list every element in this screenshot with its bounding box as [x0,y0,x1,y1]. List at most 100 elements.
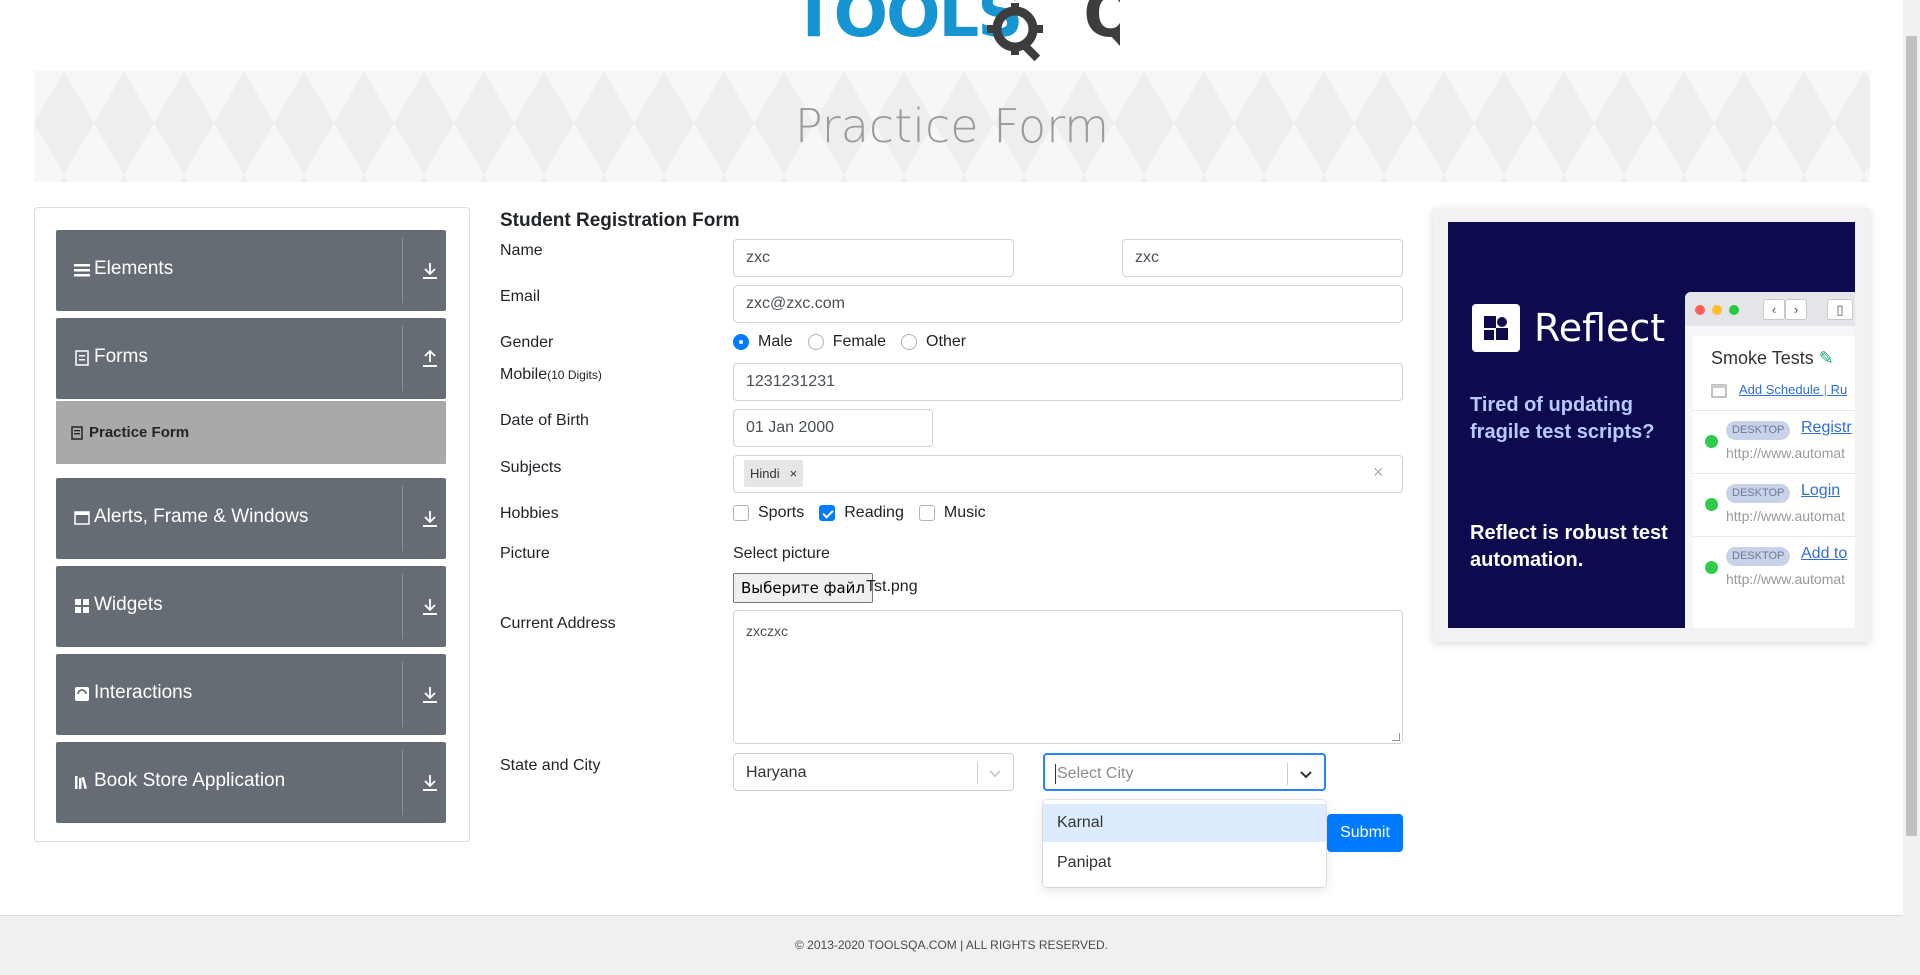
first-name-input[interactable]: zxc [733,239,1014,277]
radio-male[interactable] [733,334,749,350]
test-url: http://www.automat [1726,445,1846,461]
hobby-label: Reading [844,504,904,521]
state-select[interactable]: Haryana [733,753,1014,791]
form-title: Student Registration Form [500,210,740,231]
gender-option-label: Male [758,333,793,350]
sidebar-group-widgets[interactable]: Widgets [56,566,446,647]
checkbox-music[interactable] [918,505,935,521]
file-name: Tst.png [866,578,918,595]
resize-handle[interactable] [1392,733,1400,741]
download-icon[interactable] [422,686,438,704]
mobile-hint: (10 Digits) [547,368,602,382]
city-option-panipat[interactable]: Panipat [1043,844,1326,882]
divider [402,574,403,639]
pencil-icon: ✎ [1818,348,1834,368]
chevron-down-icon[interactable] [1299,768,1313,780]
sidebar-group-interactions[interactable]: Interactions [56,654,446,735]
divider [1287,763,1288,785]
sidebar-group-book-store[interactable]: Book Store Application [56,742,446,823]
city-placeholder: Select City [1057,765,1134,782]
checkbox-reading[interactable] [819,505,836,521]
ad-links: Add Schedule | Ru [1739,382,1847,397]
radio-female[interactable] [807,334,824,350]
hobby-label: Music [943,504,986,521]
document-icon [71,426,83,440]
download-icon[interactable] [422,510,438,528]
upload-icon[interactable] [422,350,438,368]
status-dot-icon [1705,561,1718,574]
test-url: http://www.automat [1726,571,1846,587]
radio-other[interactable] [901,334,918,350]
divider [402,662,403,727]
hobbies-label: Hobbies [500,505,559,522]
page-scrollbar[interactable] [1903,0,1920,975]
hobby-music-option[interactable]: Music [918,504,986,522]
ad-panel-title: Smoke Tests ✎ [1711,348,1834,369]
calendar-icon [1711,384,1727,398]
download-icon[interactable] [422,262,438,280]
ad-tagline: Reflect is robust test automation. [1470,522,1668,571]
sidebar: Elements Forms Practice Form Alerts, Fra… [34,207,470,842]
sidebar-group-label: Widgets [94,594,163,615]
ad-banner[interactable]: Reflect Tired of updating fragile test s… [1448,222,1855,628]
gender-other-option[interactable]: Other [901,333,966,351]
picture-label: Picture [500,545,550,562]
last-name-input[interactable]: zxc [1122,239,1403,277]
email-input[interactable]: zxc@zxc.com [733,285,1403,323]
download-icon[interactable] [422,598,438,616]
subject-chip-label: Hindi [750,466,780,481]
gender-male-option[interactable]: Male [733,333,793,351]
scrollbar-thumb[interactable] [1906,36,1917,836]
subjects-input[interactable] [733,455,1403,493]
dob-input[interactable]: 01 Jan 2000 [733,409,933,447]
download-icon[interactable] [422,774,438,792]
page-title: Practice Form [794,99,1110,153]
clear-icon[interactable]: × [1373,462,1384,483]
remove-chip-icon[interactable]: × [790,460,798,487]
hobby-reading-option[interactable]: Reading [819,504,904,522]
test-url: http://www.automat [1726,508,1846,524]
state-city-label: State and City [500,757,601,774]
choose-file-button[interactable]: Выберите файл [733,573,873,603]
ad-panel: Smoke Tests ✎ Add Schedule | Ru DESKTOP … [1693,336,1855,628]
gear-icon [987,3,1043,61]
state-value: Haryana [746,764,807,781]
page-banner: Practice Form [34,71,1870,182]
city-select[interactable]: Select City [1043,753,1326,791]
name-label: Name [500,242,543,259]
mobile-input[interactable]: 1231231231 [733,363,1403,401]
address-value: zxczxc [746,623,788,639]
mobile-label-text: Mobile [500,366,548,383]
gender-female-option[interactable]: Female [807,333,886,351]
hobby-label: Sports [758,504,805,521]
sidebar-group-forms[interactable]: Forms [56,318,446,399]
footer: © 2013-2020 TOOLSQA.COM | ALL RIGHTS RES… [0,915,1903,975]
city-option-karnal[interactable]: Karnal [1043,804,1326,842]
divider [402,238,403,303]
hobby-sports-option[interactable]: Sports [733,504,804,522]
city-dropdown-menu: Karnal Panipat [1043,800,1326,887]
platform-tag: DESKTOP [1726,547,1791,566]
sidebar-group-label: Alerts, Frame & Windows [94,506,309,527]
status-dot-icon [1705,435,1718,448]
chevron-down-icon[interactable] [988,767,1002,779]
toolsqa-logo[interactable]: TOOLSQA [790,0,1120,62]
checkbox-sports[interactable] [733,505,749,521]
ad-panel-title-text: Smoke Tests [1711,348,1814,368]
gender-label: Gender [500,334,554,351]
gender-radio-group: Male Female Other [733,333,981,351]
divider [402,486,403,551]
divider [402,750,403,815]
mobile-label: Mobile(10 Digits) [500,366,602,384]
submit-button[interactable]: Submit [1327,814,1403,852]
sidebar-group-label: Forms [94,346,148,367]
sidebar-group-alerts[interactable]: Alerts, Frame & Windows [56,478,446,559]
widgets-icon [75,599,89,613]
ad-browser-toolbar: ‹ › ▯ [1685,292,1855,326]
dob-label: Date of Birth [500,412,589,429]
address-textarea[interactable]: zxczxc [733,610,1403,744]
back-icon: ‹ [1763,299,1785,320]
sidebar-item-practice-form[interactable]: Practice Form [56,401,446,464]
divider [977,762,978,784]
sidebar-group-elements[interactable]: Elements [56,230,446,311]
